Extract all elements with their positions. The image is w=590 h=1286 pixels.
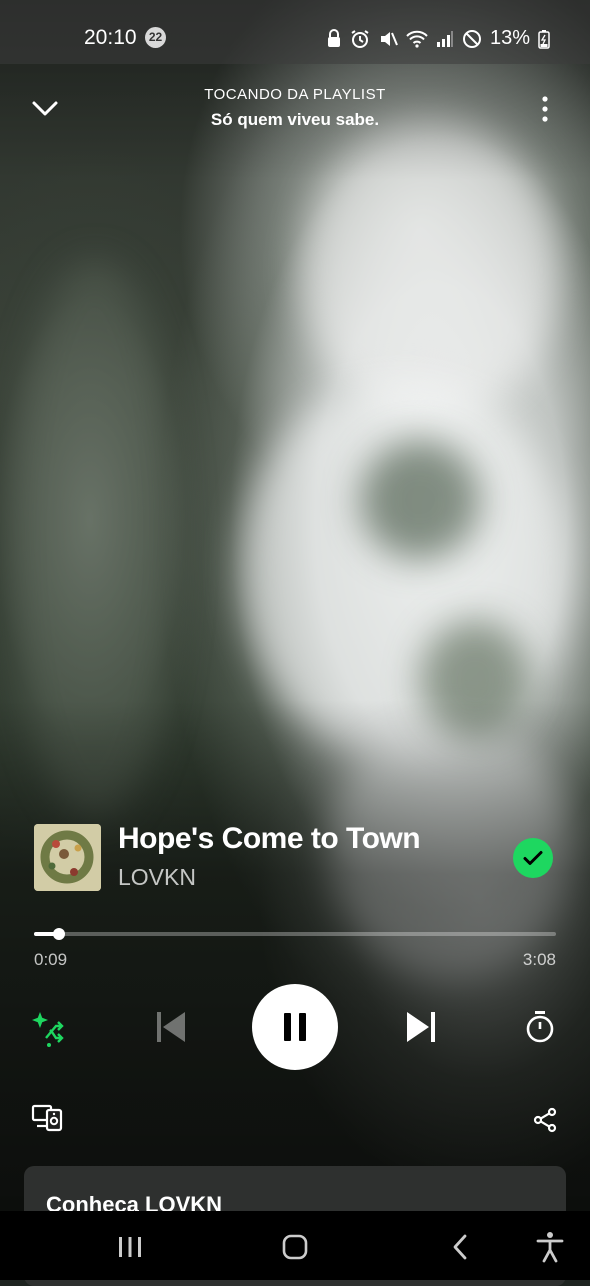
skip-previous-icon: [157, 1012, 185, 1042]
accessibility-button[interactable]: [530, 1227, 570, 1267]
back-icon: [453, 1234, 467, 1260]
alarm-icon: [351, 29, 369, 48]
liked-button[interactable]: [513, 838, 553, 878]
elapsed-time: 0:09: [34, 950, 68, 969]
progress-handle[interactable]: [53, 928, 65, 940]
smart-shuffle-button[interactable]: [28, 1006, 68, 1050]
do-not-disturb-icon: [462, 29, 481, 48]
back-button[interactable]: [440, 1227, 480, 1267]
share-button[interactable]: [527, 1102, 563, 1138]
battery-percentage: 13%: [489, 27, 530, 49]
status-time: 20:10: [84, 26, 137, 49]
more-options-button[interactable]: [532, 92, 558, 126]
sleep-timer-icon: [526, 1011, 554, 1043]
battery-charging-icon: [538, 29, 550, 49]
track-artist[interactable]: LOVKN: [118, 864, 196, 891]
smart-shuffle-icon: [32, 1012, 64, 1047]
connect-device-icon: [31, 1104, 63, 1132]
album-art-wreath-image: [34, 824, 101, 891]
signal-icon: [436, 30, 453, 47]
track-title[interactable]: Hope's Come to Town: [118, 822, 421, 856]
status-icons: 13%: [326, 27, 550, 50]
home-button[interactable]: [275, 1227, 315, 1267]
status-bar: 20:10 22 13%: [0, 0, 590, 64]
check-circle-icon: [523, 851, 543, 865]
share-icon: [533, 1107, 557, 1133]
previous-track-button[interactable]: [150, 1006, 192, 1048]
playing-from-label: TOCANDO DA PLAYLIST: [204, 86, 386, 103]
skip-next-icon: [407, 1012, 435, 1042]
album-cover[interactable]: [34, 824, 101, 891]
mute-icon: [380, 31, 398, 46]
progress-bar[interactable]: [34, 928, 556, 940]
lock-icon: [327, 28, 340, 47]
background-artwork: [0, 0, 590, 1280]
notification-count-badge: 22: [145, 27, 166, 48]
more-vertical-icon: [542, 96, 548, 122]
wifi-icon: [406, 30, 428, 48]
pause-button[interactable]: [252, 984, 338, 1070]
accessibility-icon: [536, 1232, 564, 1263]
next-track-button[interactable]: [400, 1006, 442, 1048]
sleep-timer-button[interactable]: [520, 1006, 560, 1048]
total-duration: 3:08: [522, 950, 556, 969]
playlist-name[interactable]: Só quem viveu sabe.: [0, 110, 590, 130]
home-icon: [282, 1234, 308, 1260]
pause-icon: [284, 1013, 306, 1041]
recent-apps-button[interactable]: [110, 1227, 150, 1267]
connect-device-button[interactable]: [28, 1100, 66, 1136]
system-navigation-bar: [0, 1211, 590, 1280]
recent-apps-icon: [119, 1237, 141, 1257]
